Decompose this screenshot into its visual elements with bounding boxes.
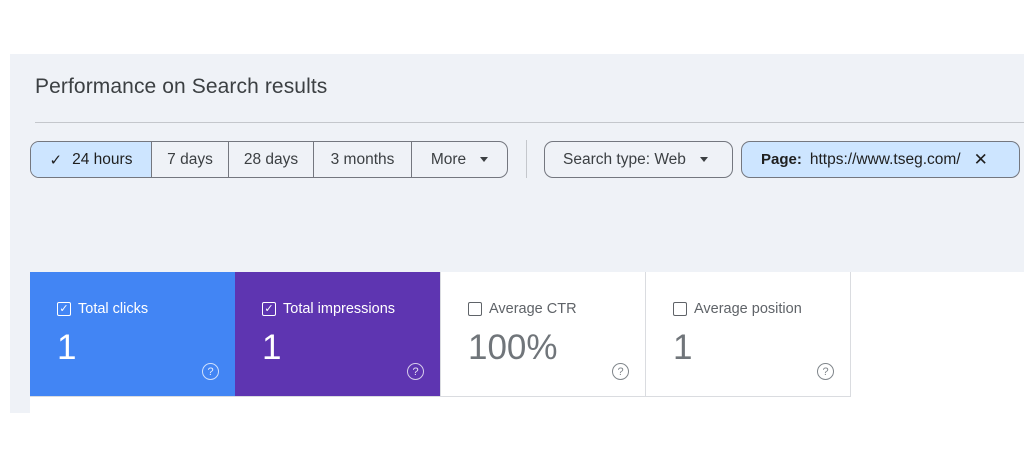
metric-label: Total impressions bbox=[283, 301, 396, 317]
date-range-24-hours[interactable]: ✓ 24 hours bbox=[31, 142, 152, 177]
metric-value: 1 bbox=[673, 328, 693, 367]
metric-cards: ✓ Total clicks 1 ? ✓ Total impressions 1… bbox=[30, 272, 851, 397]
date-range-label: 7 days bbox=[167, 150, 213, 168]
arrow-drop-down-icon bbox=[480, 157, 489, 162]
arrow-drop-down-icon bbox=[699, 157, 708, 162]
checkbox-unchecked-icon[interactable] bbox=[468, 302, 482, 316]
page-title: Performance on Search results bbox=[35, 75, 328, 98]
metric-label: Total clicks bbox=[78, 301, 149, 317]
search-console-screen: Performance on Search results ✓ 24 hours… bbox=[0, 0, 1024, 462]
metric-header: ✓ Total clicks bbox=[57, 301, 148, 317]
help-circle-icon[interactable]: ? bbox=[612, 363, 629, 380]
date-range-7-days[interactable]: 7 days bbox=[152, 142, 229, 177]
help-circle-icon[interactable]: ? bbox=[202, 363, 219, 380]
checkbox-checked-icon[interactable]: ✓ bbox=[57, 302, 71, 316]
date-range-3-months[interactable]: 3 months bbox=[314, 142, 412, 177]
metric-value: 1 bbox=[262, 328, 282, 367]
search-type-filter[interactable]: Search type: Web bbox=[544, 141, 733, 178]
close-icon[interactable]: ✕ bbox=[974, 150, 988, 170]
metric-label: Average position bbox=[694, 301, 802, 317]
date-range-more-dropdown[interactable]: More bbox=[412, 142, 507, 177]
metric-header: Average position bbox=[673, 301, 802, 317]
date-range-label: More bbox=[430, 150, 467, 168]
metric-header: ✓ Total impressions bbox=[262, 301, 395, 317]
search-type-label: Search type: Web bbox=[563, 150, 686, 168]
title-divider bbox=[35, 122, 1024, 123]
date-range-label: 28 days bbox=[243, 150, 299, 168]
panel-edge bbox=[10, 272, 30, 413]
metric-card-average-position[interactable]: Average position 1 ? bbox=[645, 272, 850, 396]
date-range-label: 3 months bbox=[330, 150, 395, 168]
date-range-28-days[interactable]: 28 days bbox=[229, 142, 314, 177]
metric-card-total-impressions[interactable]: ✓ Total impressions 1 ? bbox=[235, 272, 440, 396]
help-circle-icon[interactable]: ? bbox=[407, 363, 424, 380]
help-circle-icon[interactable]: ? bbox=[817, 363, 834, 380]
filter-separator bbox=[526, 140, 527, 178]
metric-card-average-ctr[interactable]: Average CTR 100% ? bbox=[440, 272, 645, 396]
page-filter-value: https://www.tseg.com/ bbox=[809, 150, 961, 168]
page-filter-label: Page: bbox=[761, 151, 802, 168]
date-range-selector: ✓ 24 hours 7 days 28 days 3 months More bbox=[30, 141, 508, 178]
metric-label: Average CTR bbox=[489, 301, 577, 317]
metric-header: Average CTR bbox=[468, 301, 577, 317]
check-icon: ✓ bbox=[49, 151, 63, 169]
date-range-label: 24 hours bbox=[72, 150, 133, 168]
metric-card-total-clicks[interactable]: ✓ Total clicks 1 ? bbox=[30, 272, 235, 396]
metric-value: 100% bbox=[468, 328, 558, 367]
checkbox-checked-icon[interactable]: ✓ bbox=[262, 302, 276, 316]
page-filter-chip[interactable]: Page: https://www.tseg.com/ ✕ bbox=[741, 141, 1020, 178]
checkbox-unchecked-icon[interactable] bbox=[673, 302, 687, 316]
metric-value: 1 bbox=[57, 328, 77, 367]
